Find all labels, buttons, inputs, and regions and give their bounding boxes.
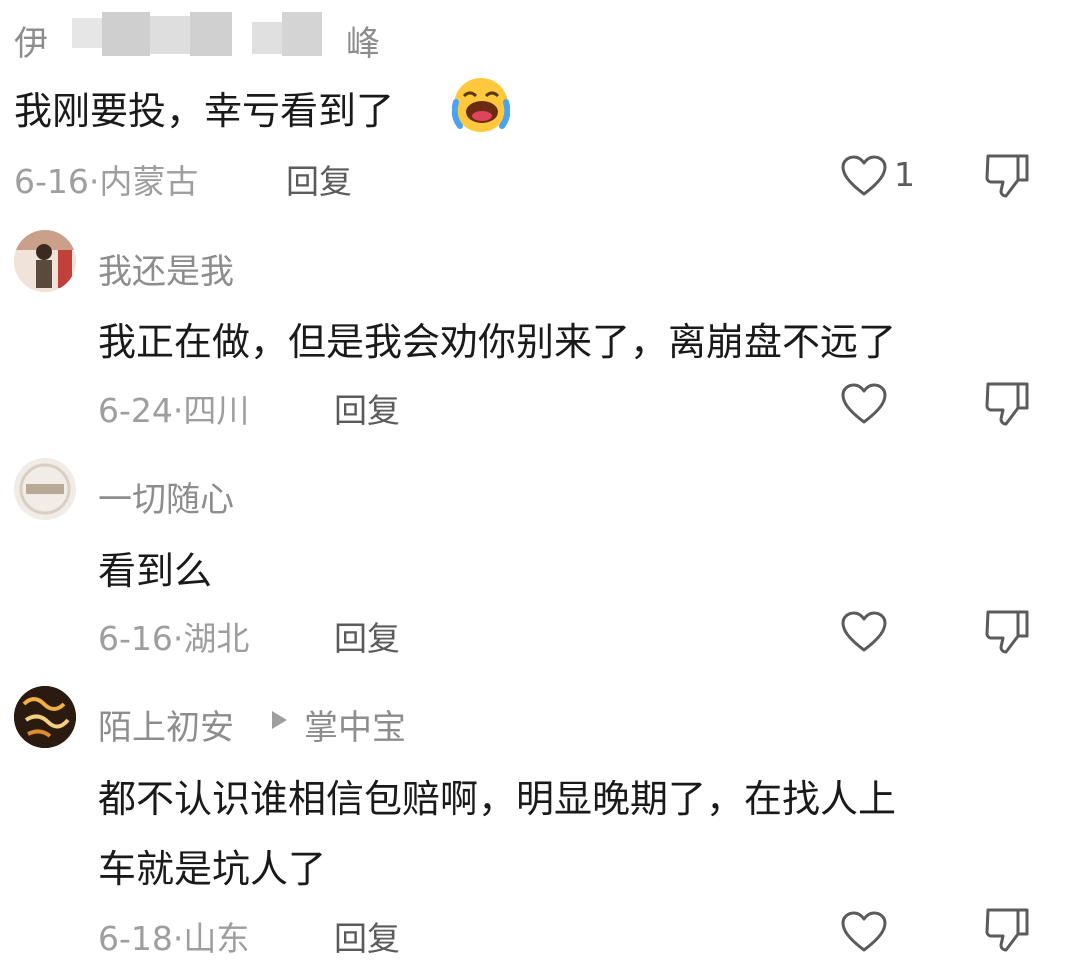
like-count: 1	[894, 155, 915, 194]
reply-button[interactable]: 回复	[334, 612, 400, 660]
heart-outline-icon[interactable]	[840, 382, 888, 426]
heart-outline-icon[interactable]	[840, 610, 888, 654]
reply-to-author[interactable]: 掌中宝	[304, 700, 406, 749]
reply-button[interactable]: 回复	[286, 155, 352, 203]
comment-text-line1: 都不认识谁相信包赔啊，明显晚期了，在找人上	[98, 777, 897, 821]
comment-date: 6-18·山东	[98, 919, 250, 958]
comment-author[interactable]: 我还是我	[98, 244, 234, 293]
reply-button[interactable]: 回复	[334, 912, 400, 960]
redacted-username	[72, 12, 348, 56]
heart-outline-icon[interactable]	[840, 910, 888, 954]
reply-arrow-icon	[268, 708, 290, 732]
heart-outline-icon[interactable]	[840, 154, 888, 198]
comment-author[interactable]: 陌上初安	[98, 700, 234, 749]
dislike-icon[interactable]	[984, 608, 1030, 656]
comment-author[interactable]: 一切随心	[98, 472, 234, 521]
comment-text: 我正在做，但是我会劝你别来了，离崩盘不远了	[98, 320, 897, 364]
avatar[interactable]	[14, 686, 76, 748]
reply-button[interactable]: 回复	[334, 384, 400, 432]
avatar[interactable]	[14, 458, 76, 520]
dislike-icon[interactable]	[984, 380, 1030, 428]
laughing-crying-emoji-icon	[452, 76, 510, 134]
comment-location: 山东	[183, 919, 250, 958]
comment-date: 6-16·内蒙古	[14, 162, 199, 201]
comment-location: 湖北	[183, 619, 250, 658]
dislike-icon[interactable]	[984, 906, 1030, 954]
comment-author-prefix[interactable]: 伊	[14, 16, 48, 65]
comment-location: 四川	[183, 391, 250, 430]
comment-location: 内蒙古	[99, 162, 199, 201]
comment-author-suffix[interactable]: 峰	[346, 16, 380, 65]
dislike-icon[interactable]	[984, 152, 1030, 200]
comment-date: 6-16·湖北	[98, 619, 250, 658]
comment-text-line2: 车就是坑人了	[98, 847, 327, 891]
comment-date: 6-24·四川	[98, 391, 250, 430]
comment-text: 我刚要投，幸亏看到了	[14, 89, 395, 133]
comment-text: 看到么	[98, 549, 213, 593]
avatar[interactable]	[14, 230, 76, 292]
